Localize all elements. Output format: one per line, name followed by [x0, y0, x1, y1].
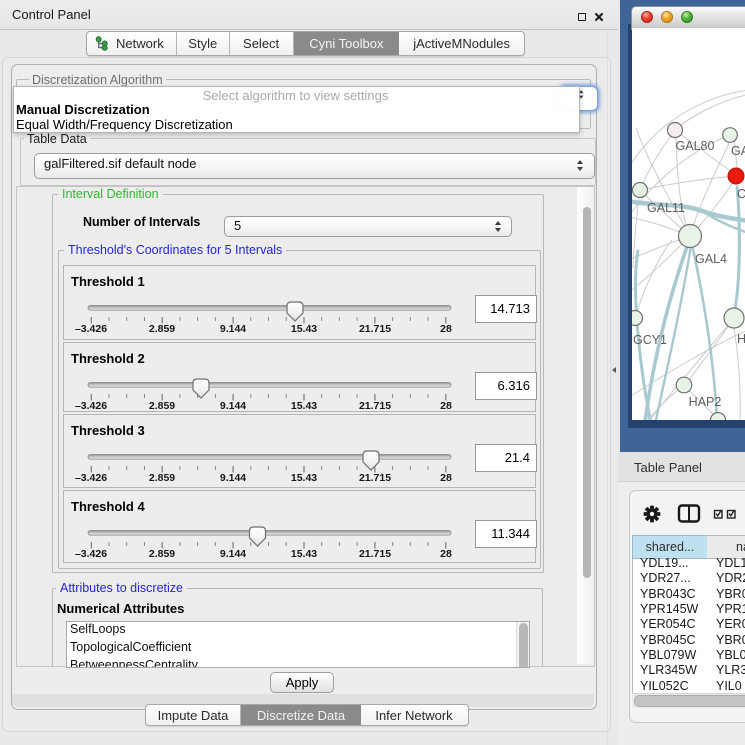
svg-text:HA: HA [737, 332, 745, 346]
svg-text:GAL4: GAL4 [695, 252, 727, 266]
svg-text:HAP2: HAP2 [689, 395, 722, 409]
svg-text:CA: CA [737, 187, 745, 201]
svg-text:GCY1: GCY1 [633, 333, 667, 347]
svg-text:GAL80: GAL80 [676, 139, 715, 153]
svg-text:GA: GA [731, 144, 745, 158]
svg-text:GAL11: GAL11 [647, 201, 685, 215]
